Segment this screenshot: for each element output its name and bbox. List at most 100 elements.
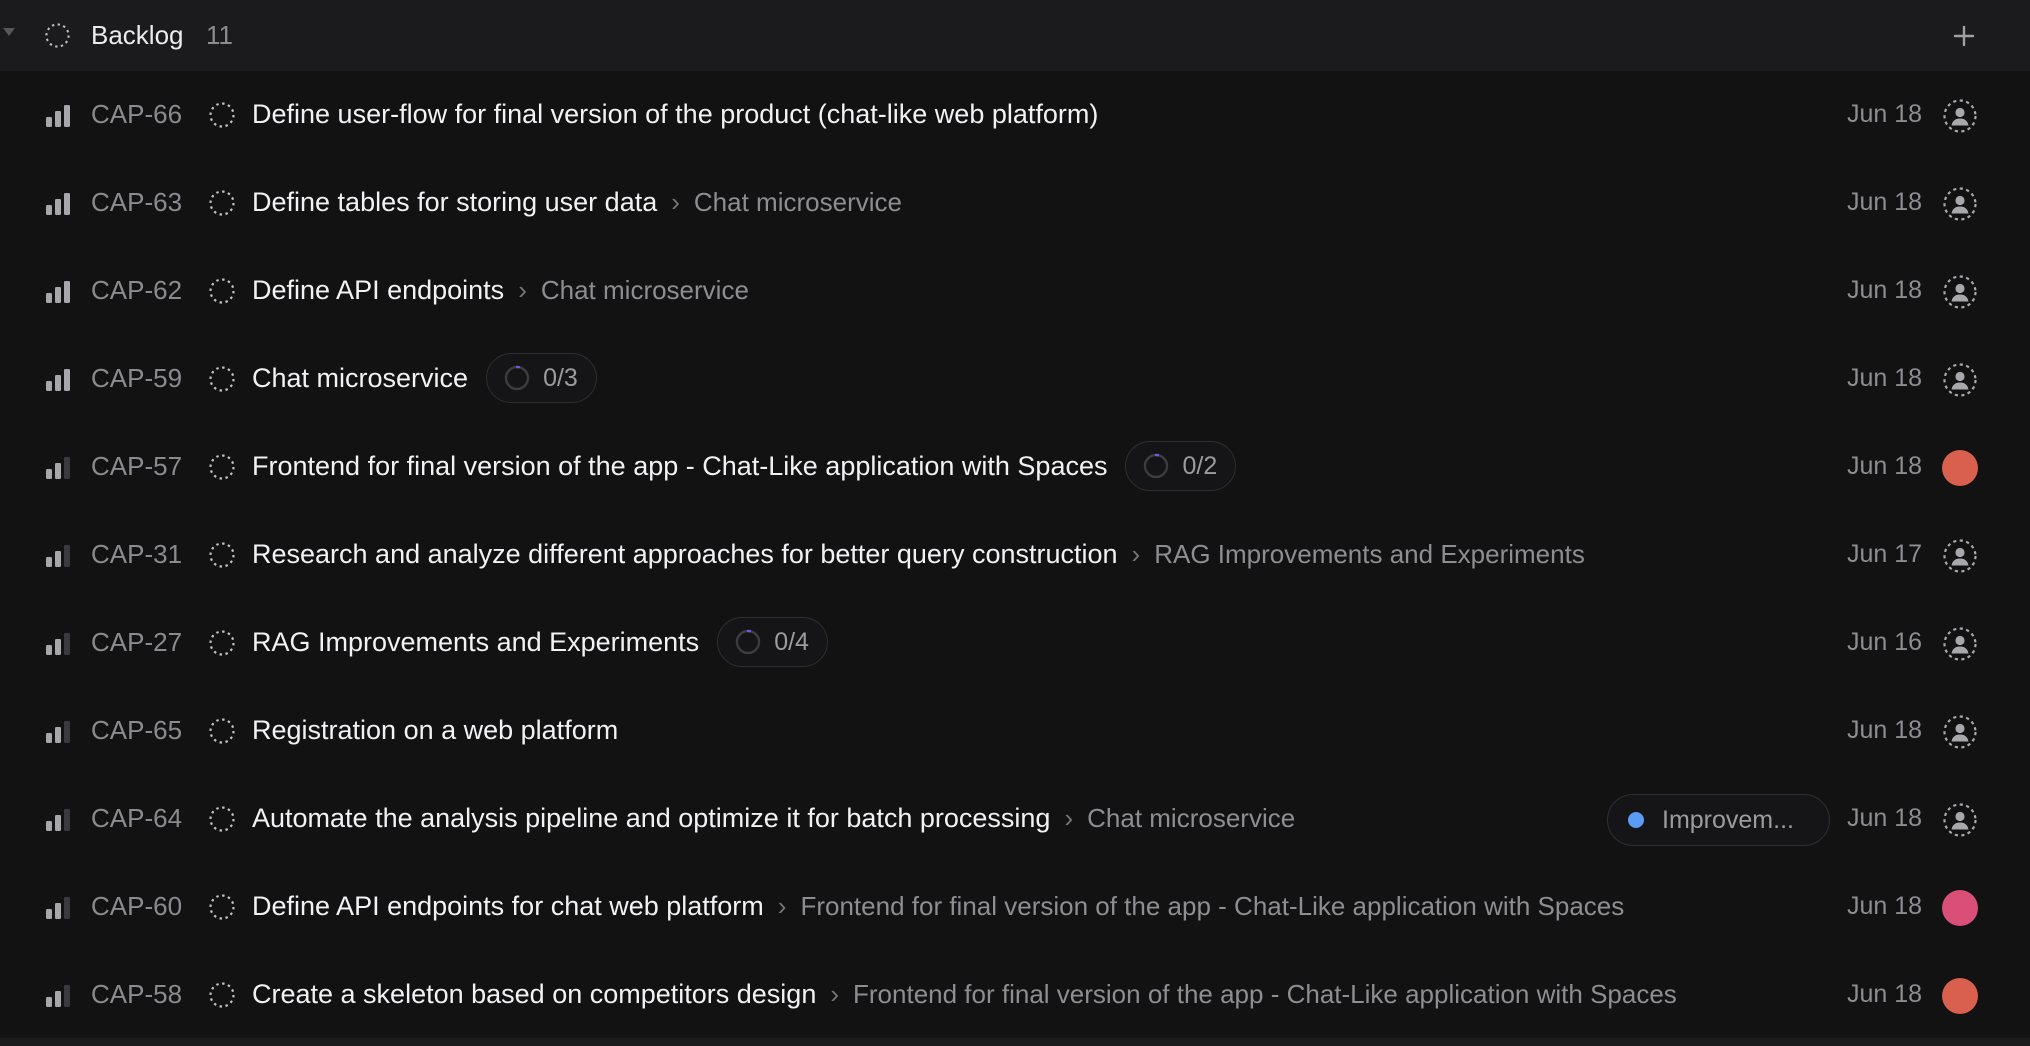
unassigned-avatar-icon[interactable] [1942,802,1978,838]
parent-issue-link[interactable]: Frontend for final version of the app - … [800,889,1624,923]
issue-title-group: Automate the analysis pipeline and optim… [252,793,1295,843]
backlog-status-icon[interactable] [208,629,236,657]
priority-medium-icon[interactable] [45,719,72,743]
label-pill[interactable]: Improvem... [1607,794,1830,846]
parent-issue-link[interactable]: Frontend for final version of the app - … [853,977,1677,1011]
unassigned-avatar-icon[interactable] [1942,714,1978,750]
backlog-status-icon[interactable] [208,453,236,481]
priority-high-icon[interactable] [45,367,72,391]
issue-title-group: Registration on a web platform [252,705,618,755]
issue-row[interactable]: CAP-66 Define user-flow for final version… [0,71,2030,159]
issue-title-group: Define user-flow for final version of th… [252,89,1098,139]
issue-date: Jun 18 [1846,364,1922,392]
issue-row[interactable]: CAP-63 Define tables for storing user dat… [0,159,2030,247]
priority-high-icon[interactable] [45,103,72,127]
issue-title[interactable]: RAG Improvements and Experiments [252,625,699,659]
backlog-status-icon[interactable] [208,365,236,393]
issue-title[interactable]: Automate the analysis pipeline and optim… [252,801,1050,835]
parent-issue-link[interactable]: RAG Improvements and Experiments [1154,537,1585,571]
chevron-right-icon: › [1064,803,1074,833]
parent-issue-link[interactable]: Chat microservice [541,273,749,307]
label-color-dot [1628,812,1644,828]
priority-high-icon[interactable] [45,191,72,215]
issue-date: Jun 18 [1846,716,1922,744]
issue-date: Jun 18 [1846,188,1922,216]
issue-title[interactable]: Define API endpoints [252,273,504,307]
group-title: Backlog [91,20,184,50]
issue-id: CAP-62 [91,275,183,305]
issue-title[interactable]: Define tables for storing user data [252,185,657,219]
issue-id: CAP-64 [91,803,183,833]
issue-title-group: Define API endpoints for chat web platfo… [252,881,1624,931]
issue-id: CAP-31 [91,539,183,569]
issue-date: Jun 18 [1846,452,1922,480]
unassigned-avatar-icon[interactable] [1942,362,1978,398]
parent-issue-link[interactable]: Chat microservice [1087,801,1295,835]
issue-title[interactable]: Registration on a web platform [252,713,618,747]
backlog-status-icon [45,23,70,48]
backlog-status-icon[interactable] [208,541,236,569]
bottom-divider [0,1038,2030,1046]
chevron-right-icon: › [518,275,527,305]
backlog-status-icon[interactable] [208,981,236,1009]
issue-row[interactable]: CAP-59 Chat microservice 0/3 Jun 18 [0,335,2030,423]
issue-id: CAP-65 [91,715,183,745]
label-text: Improvem... [1662,805,1794,834]
priority-medium-icon[interactable] [45,807,72,831]
chevron-right-icon: › [830,979,840,1009]
priority-medium-icon[interactable] [45,895,72,919]
issue-id: CAP-27 [91,627,183,657]
unassigned-avatar-icon[interactable] [1942,626,1978,662]
unassigned-avatar-icon[interactable] [1942,274,1978,310]
issue-list: CAP-66 Define user-flow for final version… [0,71,2030,1039]
issue-row[interactable]: CAP-57 Frontend for final version of the … [0,423,2030,511]
issue-date: Jun 18 [1846,892,1922,920]
issue-title[interactable]: Define user-flow for final version of th… [252,97,1098,131]
issue-date: Jun 17 [1846,540,1922,568]
issue-row[interactable]: CAP-58 Create a skeleton based on competi… [0,951,2030,1039]
issue-date: Jun 18 [1846,276,1922,304]
unassigned-avatar-icon[interactable] [1942,98,1978,134]
issue-title[interactable]: Frontend for final version of the app - … [252,449,1107,483]
backlog-status-icon[interactable] [208,189,236,217]
issue-row[interactable]: CAP-60 Define API endpoints for chat web … [0,863,2030,951]
assignee-avatar[interactable] [1942,890,1978,926]
collapse-caret-icon[interactable] [3,28,15,36]
issue-title[interactable]: Research and analyze different approache… [252,537,1118,571]
add-issue-button[interactable] [1944,16,1984,56]
sub-issue-progress[interactable]: 0/3 [486,353,597,403]
sub-issue-count: 0/2 [1182,451,1218,480]
priority-medium-icon[interactable] [45,455,72,479]
issue-title-group: RAG Improvements and Experiments 0/4 [252,617,828,667]
issue-title[interactable]: Define API endpoints for chat web platfo… [252,889,764,923]
backlog-status-icon[interactable] [208,805,236,833]
issue-row[interactable]: CAP-27 RAG Improvements and Experiments 0/… [0,599,2030,687]
issue-id: CAP-60 [91,891,183,921]
priority-high-icon[interactable] [45,279,72,303]
priority-medium-icon[interactable] [45,983,72,1007]
backlog-status-icon[interactable] [208,893,236,921]
assignee-avatar[interactable] [1942,450,1978,486]
issue-date: Jun 18 [1846,980,1922,1008]
unassigned-avatar-icon[interactable] [1942,538,1978,574]
unassigned-avatar-icon[interactable] [1942,186,1978,222]
plus-icon [1953,25,1975,47]
backlog-status-icon[interactable] [208,277,236,305]
priority-medium-icon[interactable] [45,543,72,567]
backlog-status-icon[interactable] [208,717,236,745]
issue-id: CAP-57 [91,451,183,481]
assignee-avatar[interactable] [1942,978,1978,1014]
issue-title[interactable]: Create a skeleton based on competitors d… [252,977,816,1011]
parent-issue-link[interactable]: Chat microservice [694,185,902,219]
issue-row[interactable]: CAP-64 Automate the analysis pipeline and… [0,775,2030,863]
issue-row[interactable]: CAP-31 Research and analyze different app… [0,511,2030,599]
issue-row[interactable]: CAP-62 Define API endpoints › Chat microser… [0,247,2030,335]
issue-row[interactable]: CAP-65 Registration on a web platform Jun … [0,687,2030,775]
backlog-status-icon[interactable] [208,101,236,129]
issue-title[interactable]: Chat microservice [252,361,468,395]
backlog-group-header[interactable]: Backlog 11 [0,0,2030,71]
progress-ring-icon [504,365,530,391]
sub-issue-progress[interactable]: 0/2 [1125,441,1237,491]
priority-medium-icon[interactable] [45,631,72,655]
sub-issue-progress[interactable]: 0/4 [717,617,828,667]
